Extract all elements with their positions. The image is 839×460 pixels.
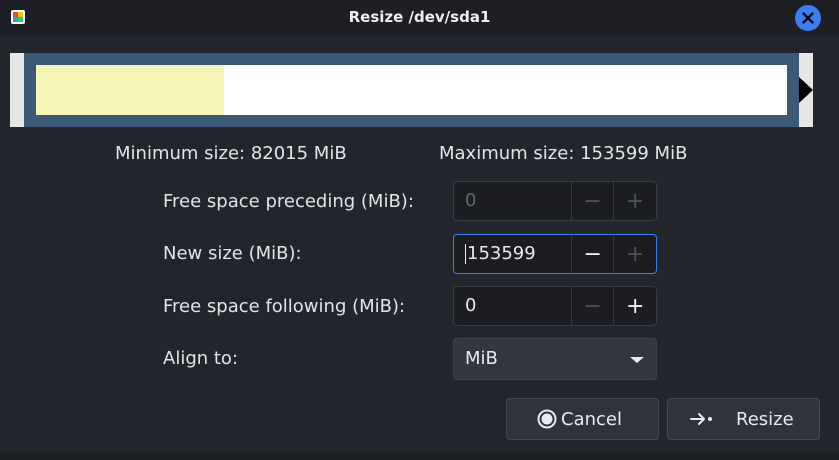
new-size-spinbox[interactable]: 153599 − +: [453, 234, 657, 274]
free-space-preceding-input[interactable]: 0: [454, 182, 571, 220]
window-title: Resize /dev/sda1: [348, 8, 491, 26]
free-space-preceding-label: Free space preceding (MiB):: [163, 191, 414, 212]
cancel-button-label: Cancel: [561, 408, 622, 430]
free-space-following-decrement-button[interactable]: −: [570, 287, 614, 325]
close-button[interactable]: [795, 5, 821, 31]
cancel-icon: [537, 409, 557, 429]
partition-used-space: [36, 65, 224, 115]
align-to-dropdown[interactable]: MiB: [453, 338, 657, 380]
resize-button[interactable]: Resize: [667, 398, 820, 440]
align-to-label: Align to:: [163, 348, 239, 369]
resize-arrow-icon: [690, 411, 714, 427]
text-cursor: [465, 244, 466, 264]
partition-outline[interactable]: [24, 53, 799, 127]
free-space-preceding-spinbox[interactable]: 0 − +: [453, 181, 657, 221]
free-space-following-input[interactable]: 0: [454, 287, 571, 325]
free-space-following-label: Free space following (MiB):: [163, 296, 406, 317]
maximum-size-label: Maximum size: 153599 MiB: [439, 143, 688, 164]
close-icon: [802, 12, 814, 24]
free-space-following-spinbox[interactable]: 0 − +: [453, 286, 657, 326]
minimum-size-label: Minimum size: 82015 MiB: [115, 143, 347, 164]
chevron-down-icon: [630, 357, 644, 363]
resize-arrow-right-icon[interactable]: [799, 77, 813, 103]
resize-button-label: Resize: [736, 408, 794, 430]
new-size-decrement-button[interactable]: −: [570, 235, 614, 273]
align-to-selected-value: MiB: [465, 348, 498, 369]
partition-area: [36, 65, 787, 115]
window-bottom-edge: [0, 452, 839, 460]
new-size-label: New size (MiB):: [163, 243, 302, 264]
new-size-increment-button[interactable]: +: [613, 235, 656, 273]
title-bar: Resize /dev/sda1: [0, 0, 839, 36]
new-size-input[interactable]: 153599: [454, 235, 571, 273]
free-space-preceding-increment-button[interactable]: +: [613, 182, 656, 220]
new-size-value: 153599: [467, 243, 536, 264]
free-space-preceding-decrement-button[interactable]: −: [570, 182, 614, 220]
free-space-following-increment-button[interactable]: +: [613, 287, 656, 325]
cancel-button[interactable]: Cancel: [506, 398, 659, 440]
partition-resize-graphic[interactable]: [10, 53, 813, 127]
